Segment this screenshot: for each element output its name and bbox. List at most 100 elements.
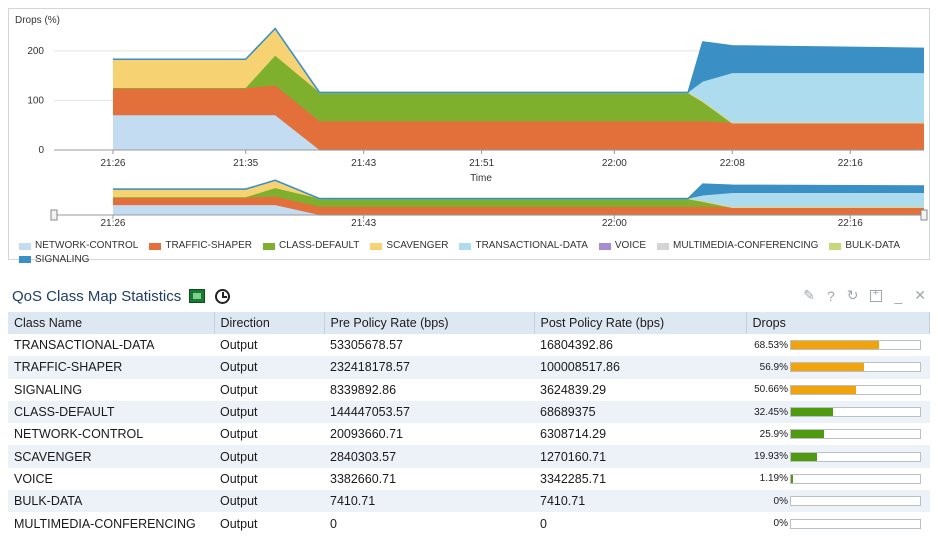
legend-swatch bbox=[263, 242, 276, 250]
x-tick-label: 21:35 bbox=[233, 158, 258, 169]
navigator-handle[interactable] bbox=[50, 209, 58, 221]
drops-bar bbox=[790, 384, 921, 395]
cell-class-name: BULK-DATA bbox=[8, 490, 214, 513]
cell-drops: 19.93% bbox=[746, 445, 930, 468]
legend-label: BULK-DATA bbox=[845, 240, 901, 251]
legend-item[interactable]: SCAVENGER bbox=[370, 240, 448, 252]
table-row[interactable]: CLASS-DEFAULT Output 144447053.57 68689375 3… bbox=[8, 400, 930, 424]
legend-swatch bbox=[19, 242, 31, 250]
drops-percent: 56.9% bbox=[759, 361, 788, 373]
stats-table: Class Name Direction Pre Policy Rate (bp… bbox=[8, 312, 930, 535]
drops-bar bbox=[790, 340, 921, 351]
x-tick-label: 21:51 bbox=[469, 158, 494, 169]
table-row[interactable]: SCAVENGER Output 2840303.57 1270160.71 19.93… bbox=[8, 445, 930, 468]
stats-title: QoS Class Map Statistics bbox=[12, 287, 182, 305]
cell-direction: Output bbox=[220, 382, 258, 397]
drops-bar bbox=[790, 451, 921, 462]
cell-pre-policy-rate: 232418178.57 bbox=[324, 356, 534, 379]
cell-class-name: VOICE bbox=[14, 471, 53, 486]
drops-percent: 32.45% bbox=[754, 406, 788, 418]
cell-post-policy-rate: 16804392.86 bbox=[540, 338, 613, 353]
drops-bar-fill bbox=[791, 408, 833, 417]
close-icon[interactable]: ✕ bbox=[914, 287, 926, 304]
legend-item[interactable]: BULK-DATA bbox=[829, 240, 900, 252]
legend-label: SIGNALING bbox=[35, 253, 90, 265]
legend-swatch bbox=[149, 242, 162, 250]
drops-bar-fill bbox=[791, 363, 865, 372]
legend-swatch bbox=[19, 256, 31, 263]
y-axis-title: Drops (%) bbox=[15, 15, 60, 26]
header-pre-policy[interactable]: Pre Policy Rate (bps) bbox=[324, 312, 535, 334]
minimize-icon[interactable]: _ bbox=[894, 288, 902, 304]
legend-swatch bbox=[657, 242, 670, 250]
drops-bar bbox=[790, 407, 921, 418]
legend-item[interactable]: MULTIMEDIA-CONFERENCING bbox=[657, 240, 818, 252]
table-row[interactable]: MULTIMEDIA-CONFERENCING Output 0 0 0% bbox=[8, 512, 930, 534]
drops-percent: 19.93% bbox=[754, 451, 788, 463]
stats-header: QoS Class Map Statistics ✎ ? ↻ _ ✕ bbox=[8, 280, 930, 312]
drops-bar-fill bbox=[791, 452, 817, 461]
cell-direction: Output bbox=[220, 338, 258, 353]
table-row[interactable]: NETWORK-CONTROL Output 20093660.71 6308714.… bbox=[8, 423, 930, 445]
drops-percent: 0% bbox=[773, 495, 788, 507]
drops-percent: 0% bbox=[773, 518, 788, 530]
table-row[interactable]: TRAFFIC-SHAPER Output 232418178.57 10000851… bbox=[8, 356, 930, 379]
x-tick-label: 21:43 bbox=[351, 158, 376, 169]
drops-bar bbox=[790, 429, 921, 440]
cell-pre-policy-rate: 53305678.57 bbox=[330, 338, 403, 353]
drops-percent: 68.53% bbox=[754, 339, 788, 351]
legend-item[interactable]: SIGNALING bbox=[19, 254, 89, 266]
drops-chart: Drops (%) 0 100 200 21:26 21:35 21:43 21:51 22:… bbox=[15, 15, 928, 229]
clock-icon[interactable] bbox=[215, 288, 231, 304]
legend-label: NETWORK-CONTROL bbox=[35, 240, 139, 251]
cell-post-policy-rate: 1270160.71 bbox=[534, 445, 746, 468]
legend-item[interactable]: CLASS-DEFAULT bbox=[263, 240, 359, 252]
x-tick-label: 22:16 bbox=[838, 158, 863, 169]
drops-bar-fill bbox=[791, 385, 857, 394]
refresh-icon[interactable]: ↻ bbox=[847, 287, 859, 304]
cell-direction: Output bbox=[220, 471, 258, 486]
help-icon[interactable]: ? bbox=[827, 288, 835, 304]
table-row[interactable]: TRANSACTIONAL-DATA Output 53305678.57 16804… bbox=[8, 334, 930, 356]
cell-class-name: TRANSACTIONAL-DATA bbox=[14, 338, 155, 353]
cell-pre-policy-rate: 7410.71 bbox=[324, 490, 534, 513]
header-drops[interactable]: Drops bbox=[746, 312, 930, 334]
legend-item[interactable]: VOICE bbox=[598, 240, 646, 252]
csv-export-icon[interactable] bbox=[189, 289, 206, 303]
legend-swatch bbox=[829, 242, 842, 250]
maximize-icon[interactable] bbox=[870, 287, 883, 302]
header-post-policy[interactable]: Post Policy Rate (bps) bbox=[534, 312, 747, 334]
pencil-icon[interactable]: ✎ bbox=[803, 287, 815, 304]
table-row[interactable]: BULK-DATA Output 7410.71 7410.71 0% bbox=[8, 490, 930, 513]
drops-percent: 50.66% bbox=[754, 384, 788, 396]
navigator-plot[interactable]: 21:26 21:43 22:00 22:16 bbox=[50, 179, 928, 229]
header-class-name[interactable]: Class Name bbox=[8, 312, 215, 334]
x-tick-label: 21:26 bbox=[100, 158, 125, 169]
table-row[interactable]: VOICE Output 3382660.71 3342285.71 1.19% bbox=[8, 468, 930, 490]
legend-label: TRANSACTIONAL-DATA bbox=[475, 240, 588, 251]
cell-post-policy-rate: 3342285.71 bbox=[540, 471, 607, 486]
cell-class-name: MULTIMEDIA-CONFERENCING bbox=[14, 516, 196, 531]
qos-stats-panel: QoS Class Map Statistics ✎ ? ↻ _ ✕ Class… bbox=[8, 280, 930, 532]
table-row[interactable]: SIGNALING Output 8339892.86 3624839.29 50.66… bbox=[8, 379, 930, 401]
main-plot-area[interactable]: 0 100 200 21:26 21:35 21:43 21:51 22:00 22:08 22:… bbox=[27, 27, 925, 169]
x-tick-label: 22:16 bbox=[838, 218, 863, 229]
cell-pre-policy-rate: 0 bbox=[330, 516, 337, 531]
y-tick-label: 200 bbox=[27, 46, 44, 57]
header-direction[interactable]: Direction bbox=[214, 312, 325, 334]
cell-post-policy-rate: 7410.71 bbox=[534, 490, 746, 513]
navigator-handle[interactable] bbox=[920, 209, 928, 221]
x-tick-label: 21:43 bbox=[351, 218, 376, 229]
x-tick-label: 22:00 bbox=[602, 218, 627, 229]
cell-post-policy-rate: 68689375 bbox=[534, 400, 746, 424]
drops-bar bbox=[790, 473, 921, 484]
drops-bar-fill bbox=[791, 474, 793, 483]
legend-item[interactable]: NETWORK-CONTROL bbox=[19, 240, 138, 252]
cell-drops: 25.9% bbox=[746, 423, 930, 445]
cell-drops: 68.53% bbox=[746, 334, 930, 356]
legend-item[interactable]: TRANSACTIONAL-DATA bbox=[459, 240, 588, 252]
chart-legend: NETWORK-CONTROL TRAFFIC-SHAPER CLASS-DEFAU… bbox=[19, 240, 924, 267]
cell-class-name: SCAVENGER bbox=[8, 445, 214, 468]
legend-item[interactable]: TRAFFIC-SHAPER bbox=[149, 240, 252, 252]
cell-drops: 1.19% bbox=[746, 468, 930, 490]
